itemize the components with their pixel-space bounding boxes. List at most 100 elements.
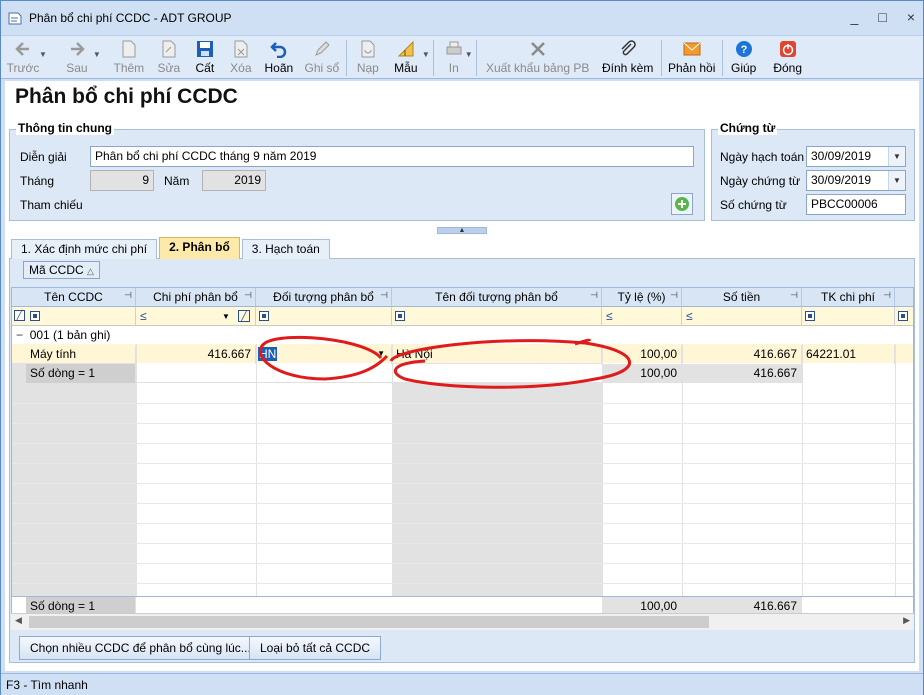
sort-asc-icon: △ xyxy=(87,266,94,276)
col-header-ten-ccdc[interactable]: Tên CCDC ⊣ xyxy=(12,288,136,307)
chevron-down-icon[interactable]: ▼ xyxy=(465,50,473,59)
ngay-hach-toan-field[interactable]: 30/09/2019 ▼ xyxy=(806,146,906,167)
toolbar-separator xyxy=(475,40,477,76)
col-label: TK chi phí xyxy=(820,290,876,304)
filter-cell[interactable] xyxy=(895,307,913,326)
edit-button[interactable]: Sửa xyxy=(151,36,187,78)
pin-icon[interactable]: ⊣ xyxy=(244,290,252,301)
filter-cell[interactable]: ╱ xyxy=(12,307,136,326)
filter-mode-icon[interactable] xyxy=(898,311,908,321)
export-button[interactable]: Xuất khẩu bảng PB xyxy=(482,36,594,78)
post-button[interactable]: Ghi sổ xyxy=(301,36,343,78)
thang-field[interactable]: 9 xyxy=(90,170,154,191)
feedback-button[interactable]: Phản hồi xyxy=(665,36,719,78)
page-title: Phân bổ chi phí CCDC xyxy=(15,85,238,108)
tab-xac-dinh[interactable]: 1. Xác định mức chi phí xyxy=(11,239,158,259)
cell-chi-phi[interactable]: 416.667 xyxy=(136,345,256,364)
maximize-button[interactable]: □ xyxy=(878,9,886,25)
filter-op[interactable]: ≤ xyxy=(686,309,693,323)
group-row-label: 001 (1 bản ghi) xyxy=(29,328,111,342)
select-many-button[interactable]: Chọn nhiều CCDC để phân bổ cùng lúc... xyxy=(19,636,262,660)
app-window: Phân bổ chi phí CCDC - ADT GROUP _ □ × T… xyxy=(0,0,924,695)
pin-icon[interactable]: ⊣ xyxy=(124,290,132,301)
pin-icon[interactable]: ⊣ xyxy=(883,290,891,301)
filter-cell[interactable] xyxy=(802,307,895,326)
chevron-down-icon[interactable]: ▼ xyxy=(93,50,101,59)
reload-button[interactable]: Nạp xyxy=(350,36,386,78)
grey-column xyxy=(12,344,136,616)
col-label: Tên đối tượng phân bổ xyxy=(435,290,558,304)
scroll-right-icon[interactable]: ▶ xyxy=(903,615,910,626)
pin-icon[interactable]: ⊣ xyxy=(590,290,598,301)
filter-cell[interactable]: ≤ xyxy=(682,307,802,326)
scroll-left-icon[interactable]: ◀ xyxy=(15,615,22,626)
chevron-down-icon[interactable]: ▼ xyxy=(422,50,430,59)
grid-line xyxy=(12,443,913,444)
horizontal-scrollbar[interactable]: ◀ ▶ xyxy=(11,613,914,630)
nam-label: Năm xyxy=(164,174,190,188)
scroll-thumb[interactable] xyxy=(29,616,709,628)
delete-button[interactable]: Xóa xyxy=(223,36,259,78)
cell-tk-chi-phi[interactable]: 64221.01 xyxy=(802,345,895,364)
close-button[interactable]: Đóng xyxy=(766,36,810,78)
grid-line xyxy=(682,344,683,616)
postpone-button[interactable]: Hoãn xyxy=(259,36,299,78)
add-button[interactable]: Thêm xyxy=(111,36,147,78)
chevron-down-icon[interactable]: ▼ xyxy=(39,50,47,59)
next-button[interactable]: Sau xyxy=(59,36,95,78)
chevron-down-icon[interactable]: ▼ xyxy=(222,312,230,321)
col-header-ten-doi-tuong[interactable]: Tên đối tượng phân bổ ⊣ xyxy=(392,288,602,307)
save-button[interactable]: Cất xyxy=(187,36,223,78)
collapse-icon[interactable]: − xyxy=(16,328,23,342)
filter-op[interactable]: ≤ xyxy=(606,309,613,323)
filter-mode-icon[interactable] xyxy=(30,311,40,321)
filter-cell[interactable] xyxy=(392,307,602,326)
collapse-splitter[interactable]: ▲ xyxy=(437,227,487,234)
col-header-chi-phi[interactable]: Chi phí phân bổ ⊣ xyxy=(136,288,256,307)
attach-button[interactable]: Đính kèm xyxy=(598,36,658,78)
tab-hach-toan[interactable]: 3. Hạch toán xyxy=(241,239,330,259)
group-by-chip[interactable]: Mã CCDC △ xyxy=(23,261,100,279)
thang-label: Tháng xyxy=(20,174,55,188)
cell-so-tien[interactable]: 416.667 xyxy=(682,345,802,364)
col-header-ty-le[interactable]: Tỷ lệ (%) ⊣ xyxy=(602,288,682,307)
help-button[interactable]: ? Giúp xyxy=(726,36,762,78)
col-header-tk-chi-phi[interactable]: TK chi phí ⊣ xyxy=(802,288,895,307)
cell-ten-ccdc[interactable]: Máy tính xyxy=(26,345,136,364)
prev-button[interactable]: Trước xyxy=(5,36,41,78)
col-header-doi-tuong[interactable]: Đối tượng phân bổ ⊣ xyxy=(256,288,392,307)
annotation-marks xyxy=(258,335,631,389)
minimize-button[interactable]: _ xyxy=(851,9,859,25)
chevron-down-icon[interactable]: ▼ xyxy=(888,147,905,166)
pin-icon[interactable]: ⊣ xyxy=(380,290,388,301)
filter-clear-icon[interactable]: ╱ xyxy=(238,310,250,322)
pin-icon[interactable]: ⊣ xyxy=(790,290,798,301)
pin-icon[interactable]: ⊣ xyxy=(670,290,678,301)
status-text: F3 - Tìm nhanh xyxy=(6,678,88,692)
tab-phan-bo[interactable]: 2. Phân bổ xyxy=(159,237,240,259)
group-footer-so-tien: 416.667 xyxy=(682,364,802,383)
filter-cell[interactable]: ≤ ▼ ╱ xyxy=(136,307,256,326)
grid-line xyxy=(12,543,913,544)
print-button[interactable]: In xyxy=(441,36,467,78)
close-window-button[interactable]: × xyxy=(907,9,915,25)
remove-all-button[interactable]: Loại bỏ tất cả CCDC xyxy=(249,636,382,660)
arrow-right-icon xyxy=(67,39,87,59)
filter-clear-icon[interactable]: ╱ xyxy=(14,310,25,321)
help-icon: ? xyxy=(734,39,754,59)
filter-op[interactable]: ≤ xyxy=(140,309,147,323)
dien-giai-field[interactable]: Phân bổ chi phí CCDC tháng 9 năm 2019 xyxy=(90,146,694,167)
nam-field[interactable]: 2019 xyxy=(202,170,266,191)
add-doc-icon xyxy=(119,39,139,59)
filter-mode-icon[interactable] xyxy=(395,311,405,321)
so-chung-tu-field[interactable]: PBCC00006 xyxy=(806,194,906,215)
ngay-chung-tu-field[interactable]: 30/09/2019 ▼ xyxy=(806,170,906,191)
col-header-so-tien[interactable]: Số tiền ⊣ xyxy=(682,288,802,307)
template-button[interactable]: Mẫu xyxy=(388,36,424,78)
filter-mode-icon[interactable] xyxy=(805,311,815,321)
chevron-down-icon[interactable]: ▼ xyxy=(888,171,905,190)
add-reference-button[interactable] xyxy=(671,193,693,215)
filter-cell[interactable]: ≤ xyxy=(602,307,682,326)
filter-mode-icon[interactable] xyxy=(259,311,269,321)
filter-cell[interactable] xyxy=(256,307,392,326)
